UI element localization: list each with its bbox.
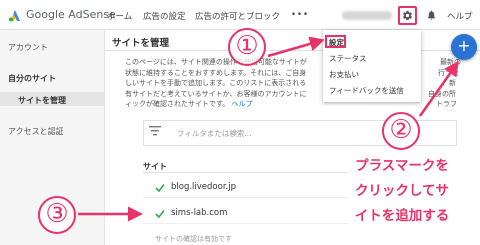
description-text: このページには、サイト関連の操作で使用可能なサイトが 状態に維持することをおすす… [125, 57, 325, 110]
menu-item-feedback[interactable]: フィードバックを送信 [329, 85, 404, 96]
top-bar: Google AdSense ホーム 広告の設定 広告の許可とブロック ••• … [0, 0, 480, 30]
settings-button[interactable] [398, 6, 417, 25]
check-icon [155, 184, 165, 193]
gear-icon [403, 10, 412, 21]
title-divider [105, 50, 480, 51]
desc-line: ィックが確認されたサイトです。 [125, 100, 230, 108]
nav-ad-settings[interactable]: 広告の設定 [143, 10, 186, 22]
nav-allow-block[interactable]: 広告の許可とブロック [195, 10, 280, 22]
desc-line: このページには、サイト関連の操作で使用可能なサイトが [125, 58, 307, 66]
list-item[interactable]: blog.livedoor.jp [143, 178, 348, 198]
annotation-number-1: ① [228, 28, 266, 66]
bell-icon[interactable] [426, 9, 437, 21]
site-name: sims-lab.com [171, 208, 228, 218]
filter-icon [149, 126, 161, 136]
desc-fragment: 自身の所 [428, 89, 456, 98]
footer-status-text: サイトの確認は有効です [155, 235, 232, 243]
desc-help-link[interactable]: ヘルプ [232, 100, 253, 108]
sidebar-item-manage-sites[interactable]: サイトを管理 [18, 95, 66, 106]
sidebar-item-my-sites[interactable]: 自分のサイト [8, 73, 56, 84]
nav-home[interactable]: ホーム [107, 10, 132, 22]
desc-fragment: トラフ [436, 100, 457, 108]
annotation-line: プラスマークを [355, 158, 449, 174]
nav-more[interactable]: ••• [291, 10, 309, 20]
desc-line: しいサイトを手動で追加します。このリストに表示される [125, 79, 307, 87]
menu-item-payments[interactable]: お支払い [329, 69, 359, 80]
plus-icon: + [457, 36, 471, 55]
desc-line: 状態に維持することをおすすめします。それには、ご自身 [125, 68, 307, 77]
settings-highlight-box [325, 35, 346, 48]
annotation-number-2: ② [382, 112, 420, 150]
arrow-to-settings [267, 36, 325, 58]
check-icon [155, 210, 165, 219]
help-link[interactable]: ヘルプ [447, 10, 473, 22]
menu-item-status[interactable]: ステータス [329, 53, 367, 64]
sidebar-item-account[interactable]: アカウント [8, 42, 48, 53]
page-title: サイトを管理 [112, 38, 170, 49]
site-name: blog.livedoor.jp [171, 182, 237, 192]
filter-placeholder[interactable]: フィルタまたは検索... [177, 128, 252, 139]
desc-fragment: 、新 [442, 79, 456, 87]
add-site-button[interactable]: + [451, 34, 477, 60]
annotation-number-3: ③ [38, 196, 76, 234]
sidebar-item-access[interactable]: アクセスと認証 [8, 126, 64, 137]
sites-divider [143, 172, 348, 173]
annotation-line: クリックしてサ [354, 183, 450, 199]
annotation-line: イトを追加する [354, 208, 450, 224]
desc-fragment: 行うた [438, 68, 459, 77]
list-item[interactable]: sims-lab.com [143, 204, 348, 224]
account-email [342, 11, 392, 20]
desc-line: 有サイトだと考えているサイトか、お客様のアカウントに [125, 89, 307, 98]
annotation-instruction: プラスマークを クリックしてサ イトを追加する [327, 154, 477, 229]
adsense-logo-icon [9, 10, 20, 22]
sites-section-title: サイト [143, 162, 167, 171]
brand-name[interactable]: Google AdSense [26, 8, 116, 21]
